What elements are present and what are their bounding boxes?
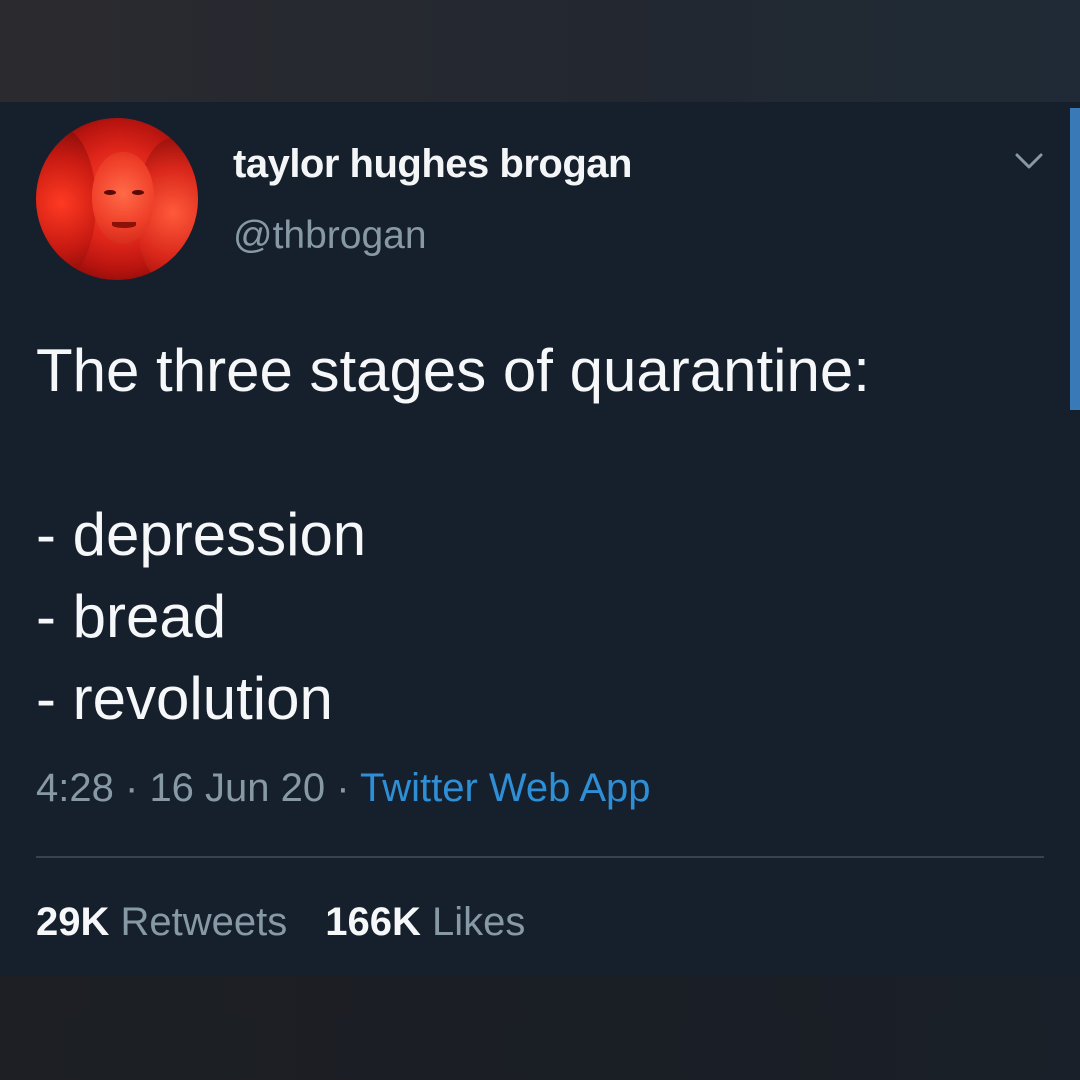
retweets-label: Retweets — [120, 900, 288, 944]
avatar-eye-right — [132, 190, 144, 195]
likes-count: 166K — [325, 900, 421, 944]
scrollbar[interactable] — [1070, 108, 1080, 410]
avatar-hair-left — [36, 128, 96, 278]
likes-stat[interactable]: 166K Likes — [325, 900, 525, 944]
avatar-eye-left — [104, 190, 116, 195]
top-background-strip — [0, 0, 1080, 102]
avatar[interactable] — [36, 118, 198, 280]
tweet-line: - revolution — [36, 665, 333, 732]
retweets-stat[interactable]: 29K Retweets — [36, 900, 287, 944]
avatar-face — [92, 152, 154, 244]
likes-label: Likes — [432, 900, 526, 944]
bottom-background-strip — [0, 975, 1080, 1080]
tweet-line: - bread — [36, 583, 227, 650]
tweet-stats: 29K Retweets 166K Likes — [36, 900, 525, 945]
tweet-date[interactable]: 16 Jun 20 — [149, 766, 325, 810]
screenshot-frame: taylor hughes brogan @thbrogan The three… — [0, 0, 1080, 1080]
retweets-count: 29K — [36, 900, 110, 944]
chevron-down-icon[interactable] — [1014, 148, 1044, 174]
tweet-text: The three stages of quarantine: - depres… — [36, 330, 1036, 740]
tweet-meta: 4:28 · 16 Jun 20 · Twitter Web App — [36, 766, 651, 811]
divider — [36, 856, 1044, 858]
tweet-source-link[interactable]: Twitter Web App — [360, 766, 651, 810]
author-display-name[interactable]: taylor hughes brogan — [233, 142, 632, 187]
meta-separator: · — [124, 766, 139, 810]
tweet-line: The three stages of quarantine: — [36, 337, 870, 404]
tweet-time[interactable]: 4:28 — [36, 766, 114, 810]
avatar-mouth — [112, 222, 136, 228]
author-handle[interactable]: @thbrogan — [233, 214, 427, 258]
meta-separator: · — [336, 766, 350, 810]
tweet-line: - depression — [36, 501, 367, 568]
